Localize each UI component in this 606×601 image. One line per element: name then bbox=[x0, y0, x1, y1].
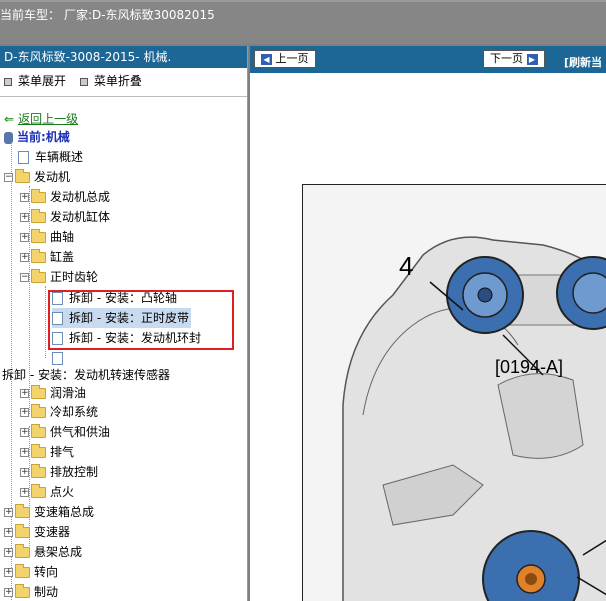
expand-toggle-icon[interactable]: + bbox=[20, 468, 29, 477]
tree-item-brakes[interactable]: + 制动 bbox=[4, 582, 58, 601]
folder-open-icon bbox=[15, 169, 30, 183]
expand-toggle-icon[interactable]: + bbox=[4, 568, 13, 577]
title-prefix: 当前车型： bbox=[0, 8, 61, 22]
tree-item-suspension[interactable]: + 悬架总成 bbox=[4, 542, 82, 562]
tree-item-exhaust[interactable]: + 排气 bbox=[20, 442, 74, 462]
expand-toggle-icon[interactable]: + bbox=[4, 588, 13, 597]
divider bbox=[0, 96, 247, 97]
expand-toggle-icon[interactable]: + bbox=[20, 448, 29, 457]
folder-icon bbox=[15, 504, 30, 518]
folder-icon bbox=[31, 229, 46, 243]
expand-toggle-icon[interactable]: + bbox=[20, 488, 29, 497]
tree-item-lubrication[interactable]: + 润滑油 bbox=[20, 383, 86, 403]
folder-icon bbox=[31, 249, 46, 263]
tree-item-timing-gear[interactable]: − 正时齿轮 bbox=[20, 267, 98, 287]
tree-item-vehicle-overview[interactable]: 车辆概述 bbox=[18, 147, 83, 167]
engine-illustration bbox=[303, 185, 606, 601]
expand-toggle-icon[interactable]: + bbox=[20, 408, 29, 417]
document-icon bbox=[52, 352, 63, 365]
tree-item-air-fuel[interactable]: + 供气和供油 bbox=[20, 422, 110, 442]
callout-number: 4 bbox=[399, 251, 414, 281]
tree-item-speed-sensor[interactable]: 拆卸 - 安装：发动机转速传感器 bbox=[2, 365, 170, 385]
back-arrow-icon: ⇐ bbox=[4, 112, 15, 126]
folder-icon bbox=[31, 424, 46, 438]
back-link[interactable]: ⇐ 返回上一级 bbox=[4, 109, 78, 129]
content-nav: ◀ 上一页 下一页 ▶ [刷新当 bbox=[250, 46, 606, 73]
current-node: 当前:机械 bbox=[4, 127, 70, 147]
sidebar-header: D-东风标致-3008-2015- 机械. bbox=[0, 46, 247, 68]
document-icon bbox=[18, 151, 29, 164]
tree-item-transmission[interactable]: + 变速器 bbox=[4, 522, 70, 542]
folder-icon bbox=[31, 209, 46, 223]
folder-open-icon bbox=[31, 269, 46, 283]
expand-toggle-icon[interactable]: + bbox=[20, 253, 29, 262]
prev-page-button[interactable]: ◀ 上一页 bbox=[254, 50, 316, 68]
expand-toggle-icon[interactable]: + bbox=[4, 508, 13, 517]
tree-item-emission[interactable]: + 排放控制 bbox=[20, 462, 98, 482]
expand-toggle-icon[interactable]: + bbox=[20, 213, 29, 222]
title-bar: 当前车型： 厂家:D-东风标致30082015 bbox=[0, 0, 606, 44]
folder-icon bbox=[31, 444, 46, 458]
tree-item-cooling[interactable]: + 冷却系统 bbox=[20, 402, 98, 422]
folder-icon bbox=[15, 544, 30, 558]
expand-toggle-icon[interactable]: + bbox=[20, 233, 29, 242]
folder-icon bbox=[31, 385, 46, 399]
folder-icon bbox=[15, 564, 30, 578]
collapse-icon bbox=[79, 77, 88, 86]
content-pane: ◀ 上一页 下一页 ▶ [刷新当 4 [0194-A] bbox=[250, 46, 606, 601]
collapse-toggle-icon[interactable]: − bbox=[20, 273, 29, 282]
refresh-link[interactable]: [刷新当 bbox=[564, 54, 602, 70]
sidebar: D-东风标致-3008-2015- 机械. 菜单展开 菜单折叠 ⇐ 返回上一级 当… bbox=[0, 46, 248, 601]
tree-item-steering[interactable]: + 转向 bbox=[4, 562, 58, 582]
expand-toggle-icon[interactable]: + bbox=[20, 193, 29, 202]
next-page-button[interactable]: 下一页 ▶ bbox=[483, 50, 545, 68]
collapse-toggle-icon[interactable]: − bbox=[4, 173, 13, 182]
folder-icon bbox=[31, 484, 46, 498]
arrow-left-icon: ◀ bbox=[261, 53, 272, 65]
expand-toggle-icon[interactable]: + bbox=[4, 528, 13, 537]
expand-toggle-icon[interactable]: + bbox=[4, 548, 13, 557]
tree-item-gearbox-assembly[interactable]: + 变速箱总成 bbox=[4, 502, 94, 522]
tree-item-crankshaft[interactable]: + 曲轴 bbox=[20, 227, 74, 247]
tree-item-engine[interactable]: − 发动机 bbox=[4, 167, 70, 187]
folder-icon bbox=[31, 464, 46, 478]
folder-icon bbox=[15, 584, 30, 598]
tree-item-engine-assembly[interactable]: + 发动机总成 bbox=[20, 187, 110, 207]
callout-code: [0194-A] bbox=[495, 357, 564, 377]
tree-item-ignition[interactable]: + 点火 bbox=[20, 482, 74, 502]
expand-toggle-icon[interactable]: + bbox=[20, 428, 29, 437]
folder-icon bbox=[15, 524, 30, 538]
collapse-all-button[interactable]: 菜单折叠 bbox=[78, 74, 150, 88]
expand-icon bbox=[4, 77, 12, 86]
arrow-right-icon: ▶ bbox=[526, 53, 538, 65]
engine-diagram: 4 [0194-A] bbox=[302, 184, 606, 601]
title-maker: 厂家:D-东风标致30082015 bbox=[64, 8, 215, 22]
window-title: 当前车型： 厂家:D-东风标致30082015 bbox=[0, 6, 219, 23]
tree-item-engine-block[interactable]: + 发动机缸体 bbox=[20, 207, 110, 227]
expand-toggle-icon[interactable]: + bbox=[20, 389, 29, 398]
expand-all-button[interactable]: 菜单展开 bbox=[2, 74, 74, 88]
highlight-box bbox=[48, 290, 234, 350]
folder-icon bbox=[31, 189, 46, 203]
tree-item-cylinder-head[interactable]: + 缸盖 bbox=[20, 247, 74, 267]
folder-icon bbox=[31, 404, 46, 418]
menu-controls: 菜单展开 菜单折叠 bbox=[0, 68, 247, 94]
